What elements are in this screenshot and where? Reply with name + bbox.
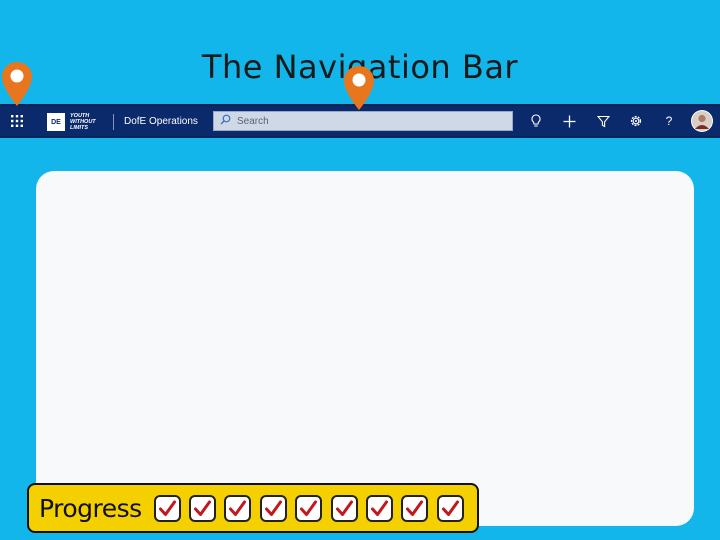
- progress-checkbox: [189, 494, 217, 522]
- checkmark-icon: [300, 500, 318, 516]
- app-name-link[interactable]: DofE Operations: [124, 106, 198, 136]
- logo-line: LIMITS: [70, 125, 89, 131]
- youth-without-limits-logo: YOUTH WITHOUT LIMITS: [70, 110, 104, 134]
- dofe-logo: DE: [47, 113, 65, 131]
- search-icon: [220, 112, 231, 130]
- checkmark-icon: [264, 500, 282, 516]
- lightbulb-icon[interactable]: [523, 106, 549, 136]
- progress-checkbox: [153, 494, 181, 522]
- checkmark-icon: [406, 500, 424, 516]
- app-launcher-icon[interactable]: [6, 106, 28, 136]
- navbar-divider: [113, 114, 114, 130]
- checkmark-icon: [229, 500, 247, 516]
- gear-icon[interactable]: [623, 106, 649, 136]
- help-icon[interactable]: ?: [656, 106, 682, 136]
- checkmark-icon: [158, 500, 176, 516]
- checkmark-icon: [371, 500, 389, 516]
- progress-label: Progress: [39, 493, 142, 523]
- progress-checkbox: [436, 494, 464, 522]
- checkmark-icon: [441, 500, 459, 516]
- content-panel: [36, 171, 694, 526]
- progress-checkbox: [366, 494, 394, 522]
- progress-tracker: Progress: [27, 483, 479, 533]
- user-avatar[interactable]: [691, 110, 713, 132]
- progress-steps: [153, 494, 473, 522]
- progress-checkbox: [401, 494, 429, 522]
- progress-checkbox: [224, 494, 252, 522]
- location-marker-icon: [342, 64, 376, 112]
- search-input[interactable]: [235, 114, 499, 128]
- location-marker-icon: [0, 60, 34, 108]
- progress-checkbox: [295, 494, 323, 522]
- search-box[interactable]: [213, 111, 513, 131]
- progress-checkbox: [259, 494, 287, 522]
- progress-checkbox: [330, 494, 358, 522]
- plus-icon[interactable]: [556, 106, 582, 136]
- checkmark-icon: [335, 500, 353, 516]
- filter-icon[interactable]: [590, 106, 616, 136]
- checkmark-icon: [194, 500, 212, 516]
